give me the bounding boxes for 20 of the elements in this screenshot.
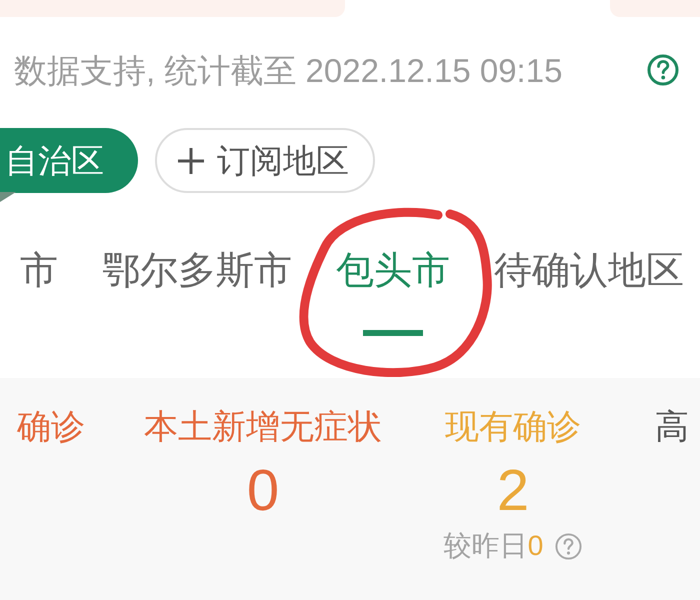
pointer-icon <box>0 192 16 202</box>
update-time-text: 数据支持, 统计截至 2022.12.15 09:15 <box>14 54 562 86</box>
help-icon[interactable] <box>555 532 582 560</box>
stat-label: 本土新增无症状 <box>144 410 382 444</box>
plus-icon <box>177 146 205 174</box>
help-icon[interactable] <box>647 54 679 86</box>
stat-label: 现有确诊 <box>445 410 581 444</box>
city-tab[interactable]: 包头市 <box>336 252 450 336</box>
tab-indicator <box>363 330 423 336</box>
stat-label: 确诊 <box>17 410 85 444</box>
compare-value: 0 <box>528 532 544 560</box>
region-chip[interactable]: 自治区 <box>0 128 138 193</box>
stat-label: 高 <box>655 410 689 444</box>
subscribe-region-button[interactable]: 订阅地区 <box>155 128 375 193</box>
city-tab[interactable]: 鄂尔多斯市 <box>102 252 292 290</box>
city-tab[interactable]: 市 <box>20 252 58 290</box>
stat-value: 2 <box>496 462 530 520</box>
compare-label: 较昨日 <box>444 532 528 560</box>
stat-value: 0 <box>246 462 280 520</box>
city-tab[interactable]: 待确认地区 <box>494 252 684 290</box>
